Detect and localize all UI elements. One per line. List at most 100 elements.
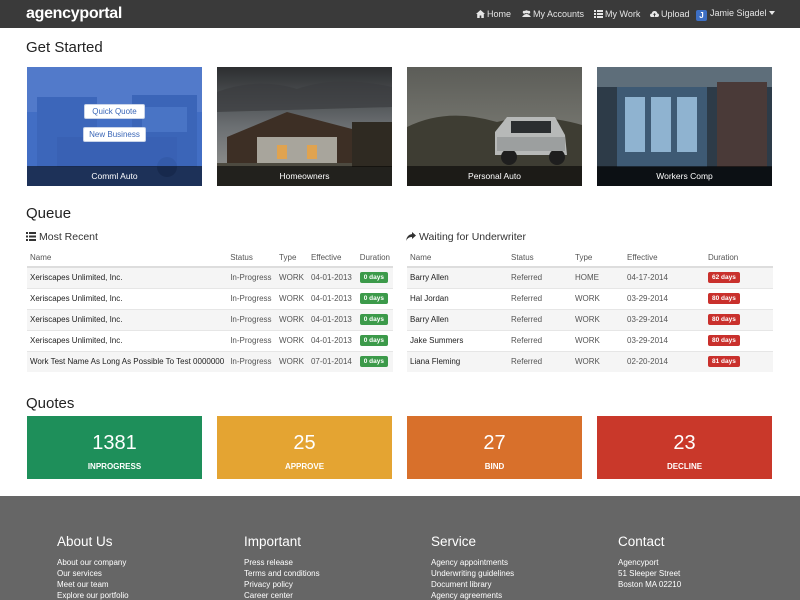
row-name[interactable]: Xeriscapes Unlimited, Inc. (27, 266, 228, 288)
quote-count: 1381 (92, 432, 137, 454)
most-recent-label: Most Recent (39, 231, 98, 243)
row-effective: 04-01-2013 (307, 308, 357, 330)
table-row[interactable]: Liana Fleming Referred WORK 02-20-2014 8… (407, 350, 773, 372)
table-header-row: Name Status Type Effective Duration (27, 249, 393, 268)
footer-contact: Contact Agencyport 51 Sleeper Street Bos… (618, 534, 681, 590)
nav-my-accounts[interactable]: My Accounts (522, 9, 584, 19)
quote-count: 23 (673, 432, 696, 454)
row-name[interactable]: Hal Jordan (407, 287, 508, 309)
quote-approve-tile[interactable]: 25 APPROVE (217, 416, 392, 479)
table-row[interactable]: Xeriscapes Unlimited, Inc. In-Progress W… (27, 266, 393, 288)
duration-badge: 0 days (359, 335, 388, 346)
card-comml-auto[interactable]: Quick Quote New Business Comml Auto (27, 67, 202, 186)
row-effective: 03-29-2014 (624, 287, 705, 309)
row-name[interactable]: Xeriscapes Unlimited, Inc. (27, 308, 228, 330)
duration-badge: 80 days (708, 314, 740, 325)
row-type: WORK (572, 287, 624, 309)
duration-badge: 0 days (359, 356, 388, 368)
nav-my-work[interactable]: My Work (594, 9, 640, 19)
quote-inprogress-tile[interactable]: 1381 INPROGRESS (27, 416, 202, 479)
footer-link[interactable]: Terms and conditions (244, 568, 320, 579)
user-avatar: J (696, 10, 707, 21)
cloud-upload-icon (650, 10, 659, 18)
quote-label: BIND (484, 462, 505, 471)
column-header[interactable]: Type (276, 249, 308, 268)
footer-link[interactable]: Underwriting guidelines (431, 568, 514, 579)
table-row[interactable]: Xeriscapes Unlimited, Inc. In-Progress W… (27, 287, 393, 309)
row-name[interactable]: Work Test Name As Long As Possible To Te… (27, 350, 228, 372)
column-header[interactable]: Duration (705, 249, 773, 268)
table-row[interactable]: Xeriscapes Unlimited, Inc. In-Progress W… (27, 329, 393, 351)
table-row[interactable]: Xeriscapes Unlimited, Inc. In-Progress W… (27, 308, 393, 330)
row-name[interactable]: Liana Fleming (407, 350, 508, 372)
nav-upload[interactable]: Upload (650, 9, 690, 19)
table-row[interactable]: Barry Allen Referred WORK 03-29-2014 80 … (407, 308, 773, 330)
row-name[interactable]: Barry Allen (407, 266, 508, 288)
row-status: Referred (508, 350, 572, 372)
row-status: Referred (508, 308, 572, 330)
column-header[interactable]: Status (508, 249, 572, 268)
contact-line: Agencyport (618, 558, 659, 567)
footer-link[interactable]: Our services (57, 568, 129, 579)
row-status: Referred (508, 287, 572, 309)
row-status: In-Progress (227, 308, 277, 330)
row-name[interactable]: Xeriscapes Unlimited, Inc. (27, 329, 228, 351)
row-type: WORK (276, 266, 308, 288)
footer-link[interactable]: Agency agreements (431, 590, 514, 600)
table-header-row: Name Status Type Effective Duration (407, 249, 773, 268)
waiting-underwriter-label: Waiting for Underwriter (419, 231, 526, 243)
quote-label: INPROGRESS (87, 462, 142, 471)
footer-link[interactable]: Agency appointments (431, 557, 514, 568)
row-type: WORK (276, 287, 308, 309)
footer-link[interactable]: Career center (244, 590, 320, 600)
column-header[interactable]: Name (27, 249, 228, 268)
row-type: WORK (572, 329, 624, 351)
footer-link[interactable]: Explore our portfolio (57, 590, 129, 600)
footer-link[interactable]: Document library (431, 579, 514, 590)
row-effective: 04-01-2013 (307, 329, 357, 351)
footer-heading: About Us (57, 534, 113, 549)
column-header[interactable]: Duration (356, 249, 393, 268)
list-icon (594, 10, 603, 18)
new-business-button[interactable]: New Business (83, 127, 146, 142)
row-effective: 02-20-2014 (624, 350, 705, 372)
nav-home[interactable]: Home (476, 9, 511, 19)
table-row[interactable]: Work Test Name As Long As Possible To Te… (27, 350, 393, 372)
card-workers-comp[interactable]: Workers Comp (597, 67, 772, 186)
table-row[interactable]: Jake Summers Referred WORK 03-29-2014 80… (407, 329, 773, 351)
nav-my-work-label: My Work (605, 9, 641, 19)
row-effective: 07-01-2014 (307, 350, 357, 372)
column-header[interactable]: Effective (624, 249, 705, 268)
row-name[interactable]: Xeriscapes Unlimited, Inc. (27, 287, 228, 309)
footer-link[interactable]: Privacy policy (244, 579, 320, 590)
user-menu[interactable]: J Jamie Sigadel (696, 8, 775, 21)
contact-line: 51 Sleeper Street (618, 569, 681, 578)
row-name[interactable]: Jake Summers (407, 329, 508, 351)
footer-service: Service Agency appointments Underwriting… (431, 534, 514, 600)
column-header[interactable]: Name (407, 249, 508, 268)
nav-home-label: Home (487, 9, 512, 19)
table-row[interactable]: Barry Allen Referred HOME 04-17-2014 62 … (407, 266, 773, 288)
top-navbar: agencyportal Home My Accounts My Work Up… (0, 0, 800, 28)
card-personal-auto[interactable]: Personal Auto (407, 67, 582, 186)
footer-important: Important Press release Terms and condit… (244, 534, 320, 600)
quote-bind-tile[interactable]: 27 BIND (407, 416, 582, 479)
card-homeowners[interactable]: Homeowners (217, 67, 392, 186)
quote-decline-tile[interactable]: 23 DECLINE (597, 416, 772, 479)
footer-link[interactable]: Meet our team (57, 579, 129, 590)
column-header[interactable]: Effective (307, 249, 357, 268)
row-name[interactable]: Barry Allen (407, 308, 508, 330)
duration-badge: 0 days (359, 293, 388, 304)
footer-link[interactable]: Press release (244, 557, 320, 568)
waiting-underwriter-table: Name Status Type Effective Duration Barr… (407, 249, 773, 372)
row-effective: 04-01-2013 (307, 287, 357, 309)
brand-logo[interactable]: agencyportal (26, 5, 122, 23)
row-effective: 03-29-2014 (624, 329, 705, 351)
duration-badge: 62 days (708, 272, 740, 284)
row-type: WORK (276, 350, 308, 372)
column-header[interactable]: Status (227, 249, 277, 268)
quick-quote-button[interactable]: Quick Quote (84, 104, 145, 119)
table-row[interactable]: Hal Jordan Referred WORK 03-29-2014 80 d… (407, 287, 773, 309)
column-header[interactable]: Type (572, 249, 624, 268)
footer-link[interactable]: About our company (57, 557, 129, 568)
